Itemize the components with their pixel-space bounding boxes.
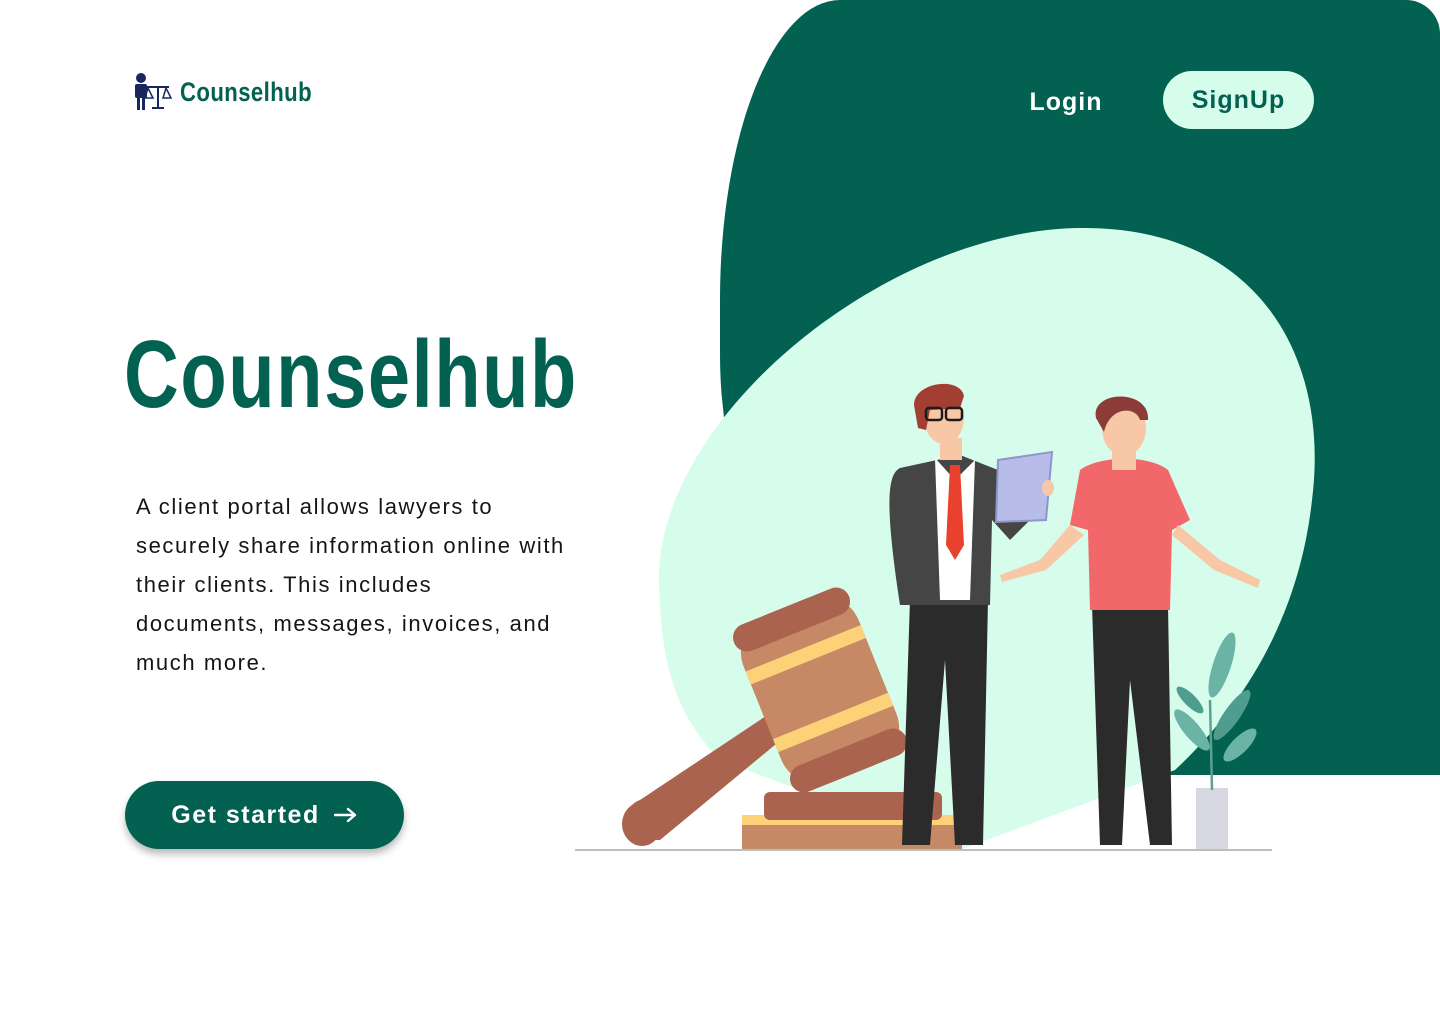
- hero-title: Counselhub: [124, 321, 578, 428]
- lawyer-scales-icon: [135, 73, 172, 110]
- get-started-button[interactable]: Get started: [125, 781, 404, 849]
- get-started-label: Get started: [171, 800, 320, 829]
- signup-button[interactable]: SignUp: [1163, 71, 1314, 129]
- brand-name: Counselhub: [180, 76, 313, 107]
- hero-description: A client portal allows lawyers to secure…: [136, 494, 565, 675]
- login-button[interactable]: Login: [1010, 82, 1122, 122]
- lawyer-client-illustration: [575, 227, 1315, 851]
- arrow-right-icon: [333, 807, 356, 823]
- brand-logo[interactable]: Counselhub: [132, 72, 341, 112]
